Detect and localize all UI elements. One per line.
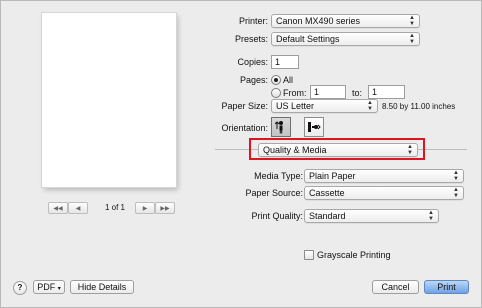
- pages-all-label: All: [283, 75, 294, 85]
- pdf-label: PDF: [37, 282, 56, 292]
- up-down-arrows-icon: ▲ ▼: [409, 15, 415, 27]
- paper-size-select[interactable]: US Letter ▲ ▼: [271, 99, 378, 113]
- paper-source-value: Cassette: [309, 188, 345, 198]
- first-page-button[interactable]: ◀◀: [48, 202, 68, 214]
- presets-label: Presets:: [234, 34, 268, 44]
- up-down-arrows-icon: ▲ ▼: [453, 187, 459, 199]
- pages-to-field[interactable]: 1: [368, 85, 405, 99]
- previous-page-button[interactable]: ◀: [68, 202, 88, 214]
- pdf-menu-button[interactable]: PDF ▾: [33, 280, 65, 294]
- help-button[interactable]: ?: [13, 281, 27, 295]
- page-preview: [42, 13, 176, 187]
- presets-value: Default Settings: [276, 34, 340, 44]
- grayscale-label: Grayscale Printing: [317, 250, 391, 260]
- pages-label: Pages:: [239, 75, 268, 85]
- up-down-arrows-icon: ▲ ▼: [409, 33, 415, 45]
- last-page-button[interactable]: ▶▶: [155, 202, 175, 214]
- pages-from-field[interactable]: 1: [310, 85, 346, 99]
- highlight-annotation: [249, 138, 425, 160]
- printer-select[interactable]: Canon MX490 series ▲ ▼: [271, 14, 420, 28]
- printer-label: Printer:: [238, 16, 268, 26]
- paper-size-label: Paper Size:: [221, 101, 268, 111]
- paper-source-label: Paper Source:: [245, 188, 303, 198]
- portrait-orientation-icon: [275, 121, 283, 134]
- copies-label: Copies:: [237, 57, 268, 67]
- pages-from-label: From:: [283, 88, 307, 98]
- printer-value: Canon MX490 series: [276, 16, 361, 26]
- print-quality-select[interactable]: Standard ▲ ▼: [304, 209, 439, 223]
- grayscale-checkbox[interactable]: [304, 250, 314, 260]
- copies-field[interactable]: 1: [271, 55, 299, 69]
- print-quality-label: Print Quality:: [251, 211, 303, 221]
- up-down-arrows-icon: ▲ ▼: [453, 170, 459, 182]
- chevron-down-icon: ▾: [57, 286, 61, 292]
- media-type-select[interactable]: Plain Paper ▲ ▼: [304, 169, 464, 183]
- pages-to-label: to:: [352, 88, 363, 98]
- page-indicator: 1 of 1: [104, 203, 125, 212]
- print-dialog: ◀◀ ◀ 1 of 1 ▶ ▶▶ Printer: Canon MX490 se…: [0, 0, 482, 308]
- orientation-label: Orientation:: [221, 123, 268, 133]
- next-page-button[interactable]: ▶: [135, 202, 155, 214]
- up-down-arrows-icon: ▲ ▼: [428, 210, 434, 222]
- paper-source-select[interactable]: Cassette ▲ ▼: [304, 186, 464, 200]
- landscape-orientation-icon: [308, 122, 321, 132]
- media-type-value: Plain Paper: [309, 171, 356, 181]
- presets-select[interactable]: Default Settings ▲ ▼: [271, 32, 420, 46]
- pager-left: ◀◀ ◀: [48, 202, 88, 214]
- up-down-arrows-icon: ▲ ▼: [367, 100, 373, 112]
- print-quality-value: Standard: [309, 211, 346, 221]
- paper-size-value: US Letter: [276, 101, 315, 111]
- pages-from-radio[interactable]: [271, 88, 281, 98]
- print-button[interactable]: Print: [424, 280, 469, 294]
- cancel-button[interactable]: Cancel: [372, 280, 419, 294]
- pages-all-radio[interactable]: [271, 75, 281, 85]
- media-type-label: Media Type:: [254, 171, 303, 181]
- pager-right: ▶ ▶▶: [135, 202, 175, 214]
- landscape-orientation-button[interactable]: [304, 117, 324, 137]
- hide-details-button[interactable]: Hide Details: [70, 280, 134, 294]
- portrait-orientation-button[interactable]: [271, 117, 291, 137]
- paper-size-dimensions: 8.50 by 11.00 inches: [382, 102, 456, 111]
